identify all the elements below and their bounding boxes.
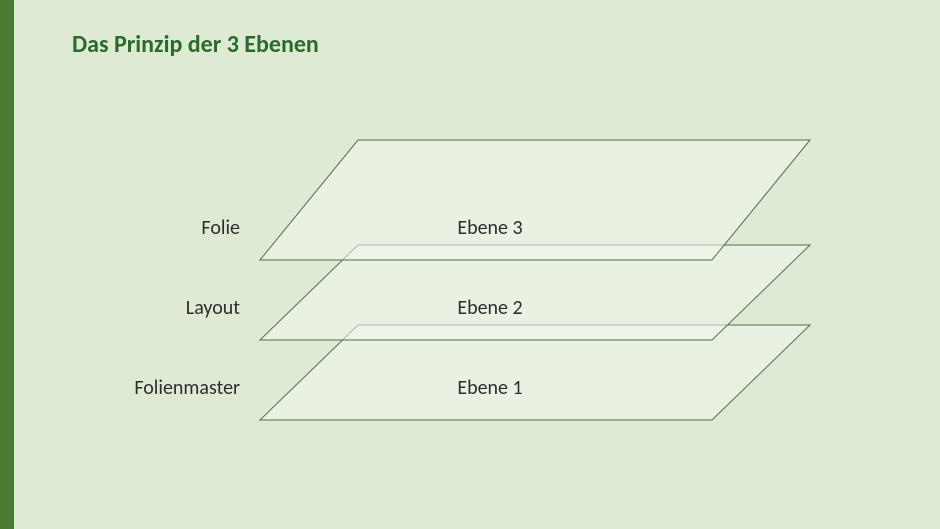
slide: Das Prinzip der 3 Ebenen Folie Layout Fo… — [0, 0, 940, 529]
layer-name-top: Folie — [100, 216, 240, 240]
layer-name-middle: Layout — [100, 296, 240, 320]
layer-name-bottom: Folienmaster — [100, 376, 240, 400]
layer-stack-graphic — [0, 0, 940, 529]
layer-level-middle: Ebene 2 — [390, 296, 590, 320]
layer-level-top: Ebene 3 — [390, 216, 590, 240]
plane-top — [260, 140, 810, 260]
layer-level-bottom: Ebene 1 — [390, 376, 590, 400]
